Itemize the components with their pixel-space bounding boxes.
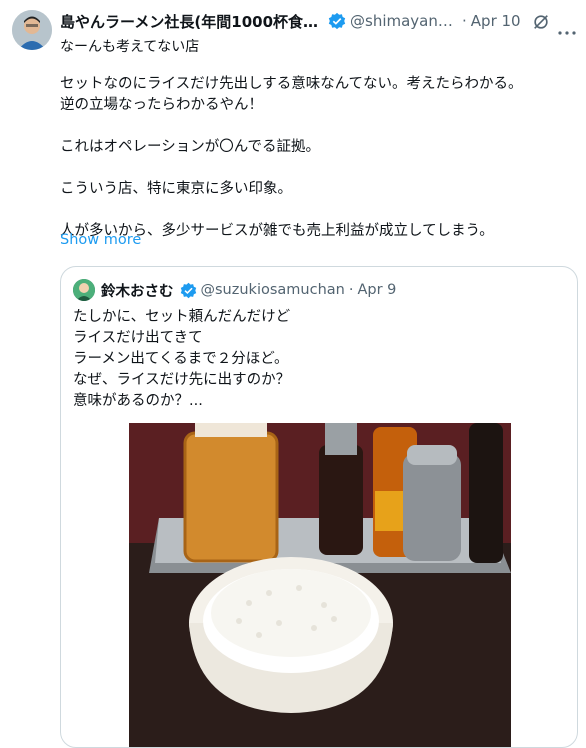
- post-header: 島やんラーメン社長(年間1000杯食べ… @shimayanra… · Apr …: [60, 10, 574, 32]
- author-name[interactable]: 島やんラーメン社長(年間1000杯食べ…: [60, 11, 322, 32]
- quoted-author-name[interactable]: 鈴木おさむ: [101, 280, 174, 301]
- header-separator: ·: [348, 282, 354, 298]
- post-date[interactable]: Apr 10: [471, 12, 521, 30]
- body-line: これはオペレーションが〇んでる証拠。: [60, 139, 320, 155]
- grok-icon[interactable]: [532, 13, 550, 35]
- quoted-author-avatar[interactable]: [73, 279, 95, 301]
- verified-badge-icon: [328, 12, 346, 30]
- post-first-line: なーんも考えてない店: [60, 39, 200, 55]
- author-avatar[interactable]: [12, 10, 52, 50]
- quote-line: 意味があるのか？...: [73, 393, 203, 409]
- quoted-post-card[interactable]: 鈴木おさむ @suzukiosamuchan · Apr 9 たしかに、セット頼…: [60, 266, 578, 748]
- quote-line: たしかに、セット頼んだんだけど: [73, 309, 291, 325]
- quoted-post-photo[interactable]: [129, 423, 511, 747]
- body-line: 逆の立場なったらわかるやん！: [60, 97, 263, 113]
- more-icon[interactable]: [558, 20, 576, 39]
- body-line: こういう店、特に東京に多い印象。: [60, 181, 292, 197]
- post-body: セットなのにライスだけ先出しする意味なんてない。考えたらわかる。 逆の立場なった…: [60, 74, 570, 242]
- verified-badge-icon: [180, 282, 197, 299]
- quoted-post-text: たしかに、セット頼んだんだけど ライスだけ出てきて ラーメン出てくるまで２分ほど…: [73, 307, 290, 412]
- quote-line: ラーメン出てくるまで２分ほど。: [73, 351, 289, 367]
- show-more-link[interactable]: Show more: [60, 232, 141, 248]
- header-separator: ·: [462, 12, 467, 30]
- quoted-post-header: 鈴木おさむ @suzukiosamuchan · Apr 9: [73, 279, 396, 301]
- quote-line: ライスだけ出てきて: [73, 330, 203, 346]
- quote-line: なぜ、ライスだけ先に出すのか？: [73, 372, 291, 388]
- body-line: セットなのにライスだけ先出しする意味なんてない。考えたらわかる。: [60, 76, 523, 92]
- quoted-author-handle[interactable]: @suzukiosamuchan: [201, 282, 345, 298]
- author-handle[interactable]: @shimayanra…: [350, 12, 458, 30]
- rice-bowl-image: [129, 423, 511, 747]
- quoted-post-date[interactable]: Apr 9: [357, 282, 396, 298]
